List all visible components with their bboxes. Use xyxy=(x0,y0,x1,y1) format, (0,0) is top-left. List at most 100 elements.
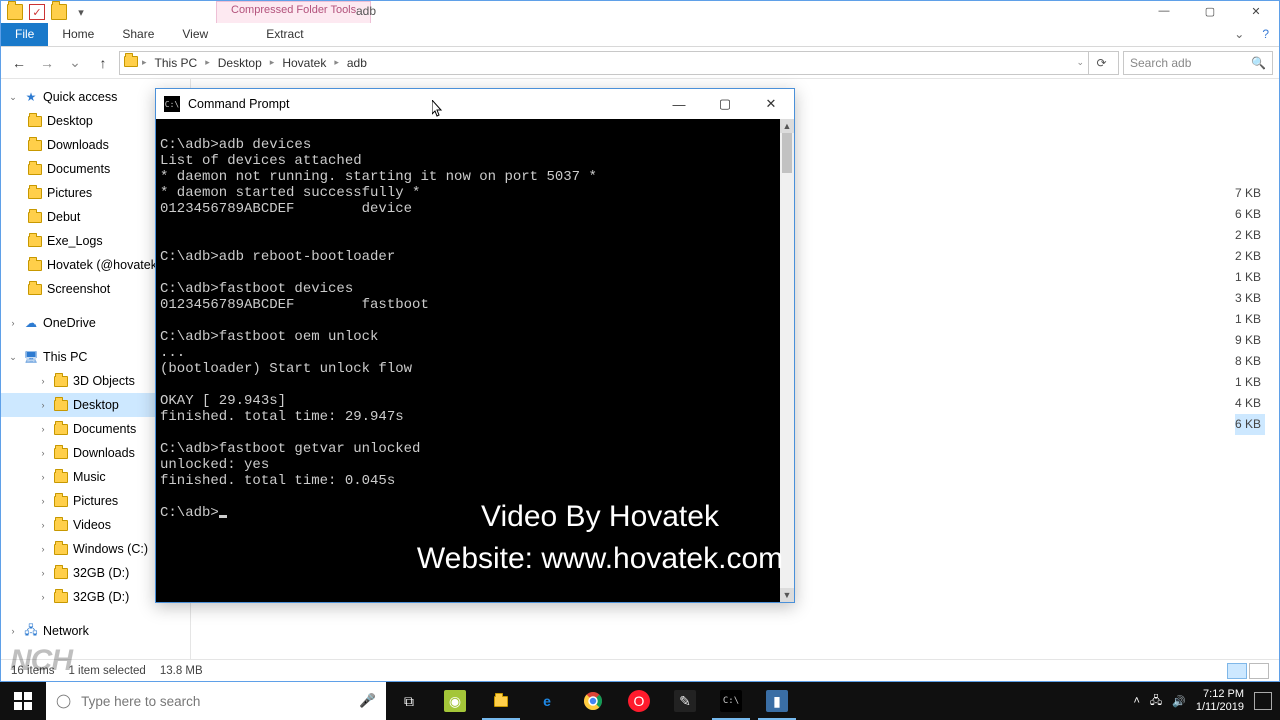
scroll-down-icon[interactable]: ▼ xyxy=(780,588,794,602)
microphone-icon[interactable]: 🎤 xyxy=(359,693,376,709)
tray-clock[interactable]: 7:12 PM 1/11/2019 xyxy=(1196,688,1244,714)
file-size-cell[interactable]: 7 KB xyxy=(1235,183,1265,204)
ribbon-help-icon[interactable]: ? xyxy=(1252,23,1279,46)
tray-expand-icon[interactable]: ˄ xyxy=(1133,695,1139,707)
file-size-cell[interactable]: 2 KB xyxy=(1235,225,1265,246)
folder-icon xyxy=(490,690,512,712)
maximize-button[interactable]: ▢ xyxy=(702,89,748,119)
folder-icon xyxy=(27,113,43,129)
taskbar-app-cmd[interactable]: C:\ xyxy=(708,682,754,720)
breadcrumb[interactable]: ▸ This PC ▸ Desktop ▸ Hovatek ▸ adb ⌄ ⟳ xyxy=(119,51,1119,75)
folder-icon xyxy=(53,373,69,389)
scroll-up-icon[interactable]: ▲ xyxy=(780,119,794,133)
expand-icon[interactable]: › xyxy=(7,626,19,636)
nav-recent-dropdown[interactable]: ⌄ xyxy=(63,51,87,75)
taskbar-app-opera[interactable]: O xyxy=(616,682,662,720)
start-button[interactable] xyxy=(0,682,46,720)
cloud-icon: ☁ xyxy=(23,315,39,331)
ribbon-collapse-icon[interactable]: ⌄ xyxy=(1226,23,1252,46)
cmd-scrollbar[interactable]: ▲ ▼ xyxy=(780,119,794,602)
breadcrumb-history-dropdown[interactable]: ⌄ xyxy=(1074,57,1086,68)
file-size-cell[interactable]: 6 KB xyxy=(1235,204,1265,225)
tray-network-icon[interactable]: 🖧 xyxy=(1150,692,1162,711)
breadcrumb-root-icon[interactable] xyxy=(124,56,138,70)
file-size-cell[interactable]: 3 KB xyxy=(1235,288,1265,309)
search-icon[interactable]: 🔍 xyxy=(1251,56,1266,70)
close-button[interactable]: ✕ xyxy=(1233,1,1279,21)
ribbon-file[interactable]: File xyxy=(1,23,48,46)
file-size-cell[interactable]: 9 KB xyxy=(1235,330,1265,351)
view-large-icons-button[interactable] xyxy=(1249,663,1269,679)
scroll-thumb[interactable] xyxy=(782,133,792,173)
chevron-right-icon[interactable]: ▸ xyxy=(203,57,212,68)
qat-dropdown-icon[interactable]: ▾ xyxy=(73,4,89,20)
file-size-cell[interactable]: 2 KB xyxy=(1235,246,1265,267)
action-center-icon[interactable] xyxy=(1254,692,1272,710)
taskbar-app-recorder[interactable]: ▮ xyxy=(754,682,800,720)
sidebar-item-label: Hovatek (@hovatek xyxy=(47,258,157,272)
expand-icon[interactable]: › xyxy=(7,318,19,328)
collapse-icon[interactable]: ⌄ xyxy=(7,92,19,103)
task-view-button[interactable]: ⧉ xyxy=(386,682,432,720)
minimize-button[interactable]: — xyxy=(656,89,702,119)
view-details-button[interactable] xyxy=(1227,663,1247,679)
taskbar-app-edge[interactable]: e xyxy=(524,682,570,720)
explorer-titlebar[interactable]: ✓ ▾ Compressed Folder Tools adb — ▢ ✕ xyxy=(1,1,1279,23)
sidebar-item-label: 32GB (D:) xyxy=(73,590,129,604)
minimize-button[interactable]: — xyxy=(1141,1,1187,21)
chevron-right-icon[interactable]: ▸ xyxy=(140,57,149,68)
taskbar-app-explorer[interactable] xyxy=(478,682,524,720)
expand-icon[interactable]: › xyxy=(37,520,49,530)
expand-icon[interactable]: › xyxy=(37,544,49,554)
breadcrumb-seg[interactable]: Desktop xyxy=(214,54,266,72)
close-button[interactable]: ✕ xyxy=(748,89,794,119)
refresh-button[interactable]: ⟳ xyxy=(1088,52,1114,74)
expand-icon[interactable]: › xyxy=(37,376,49,386)
ribbon-view[interactable]: View xyxy=(168,23,222,46)
taskbar-app-chrome[interactable] xyxy=(570,682,616,720)
file-size-cell[interactable]: 1 KB xyxy=(1235,372,1265,393)
command-prompt-window[interactable]: C:\ Command Prompt — ▢ ✕ C:\adb>adb devi… xyxy=(155,88,795,603)
file-size-cell[interactable]: 4 KB xyxy=(1235,393,1265,414)
nav-up-button[interactable]: ↑ xyxy=(91,51,115,75)
expand-icon[interactable]: › xyxy=(37,496,49,506)
maximize-button[interactable]: ▢ xyxy=(1187,1,1233,21)
chevron-right-icon[interactable]: ▸ xyxy=(332,57,341,68)
nav-forward-button[interactable]: → xyxy=(35,51,59,75)
taskbar-app-android[interactable]: ◉ xyxy=(432,682,478,720)
qat-newfolder-icon[interactable] xyxy=(51,4,67,20)
expand-icon[interactable]: › xyxy=(37,592,49,602)
folder-icon xyxy=(27,209,43,225)
sidebar-network[interactable]: › 🖧 Network xyxy=(1,619,190,643)
ribbon-extract[interactable]: Extract xyxy=(252,23,317,46)
cmd-titlebar[interactable]: C:\ Command Prompt — ▢ ✕ xyxy=(156,89,794,119)
expand-icon[interactable]: › xyxy=(37,424,49,434)
tray-volume-icon[interactable]: 🔊 xyxy=(1172,695,1186,708)
search-input[interactable]: Search adb 🔍 xyxy=(1123,51,1273,75)
breadcrumb-seg[interactable]: This PC xyxy=(151,54,202,72)
expand-icon[interactable]: › xyxy=(37,400,49,410)
qat-properties-icon[interactable]: ✓ xyxy=(29,4,45,20)
cmd-output[interactable]: C:\adb>adb devices List of devices attac… xyxy=(156,119,780,602)
ribbon-share[interactable]: Share xyxy=(108,23,168,46)
expand-icon[interactable]: › xyxy=(37,448,49,458)
file-size-cell[interactable]: 6 KB xyxy=(1235,414,1265,435)
contextual-tab-compressed[interactable]: Compressed Folder Tools xyxy=(216,1,371,23)
chevron-right-icon[interactable]: ▸ xyxy=(268,57,277,68)
breadcrumb-seg[interactable]: adb xyxy=(343,54,371,72)
recorder-icon: ▮ xyxy=(766,690,788,712)
collapse-icon[interactable]: ⌄ xyxy=(7,352,19,363)
expand-icon[interactable]: › xyxy=(37,472,49,482)
breadcrumb-seg[interactable]: Hovatek xyxy=(278,54,330,72)
search-placeholder: Type here to search xyxy=(81,694,200,709)
expand-icon[interactable]: › xyxy=(37,568,49,578)
taskbar-search[interactable]: ◯ Type here to search 🎤 xyxy=(46,682,386,720)
file-size-cell[interactable]: 1 KB xyxy=(1235,309,1265,330)
sidebar-item-label: Downloads xyxy=(73,446,135,460)
folder-icon xyxy=(53,565,69,581)
ribbon-home[interactable]: Home xyxy=(48,23,108,46)
nav-back-button[interactable]: ← xyxy=(7,51,31,75)
taskbar-app-notes[interactable]: ✎ xyxy=(662,682,708,720)
file-size-cell[interactable]: 1 KB xyxy=(1235,267,1265,288)
file-size-cell[interactable]: 8 KB xyxy=(1235,351,1265,372)
